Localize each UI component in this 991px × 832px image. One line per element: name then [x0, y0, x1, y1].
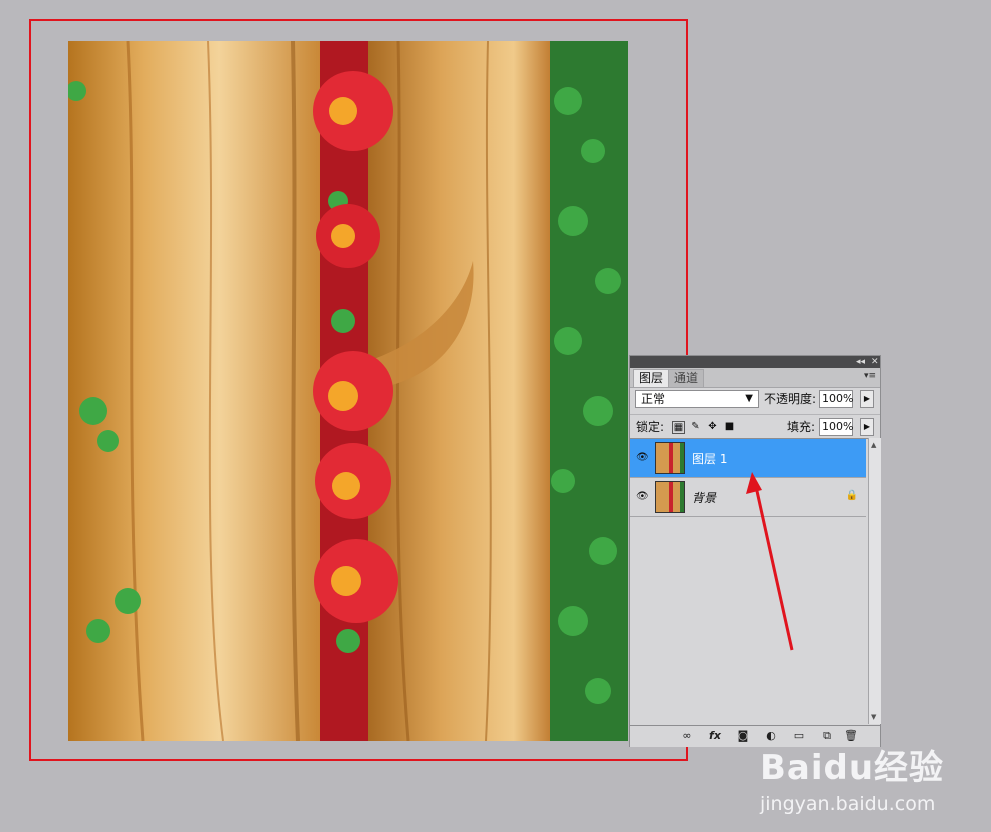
lock-icon: 🔒 [845, 490, 858, 501]
eye-icon[interactable]: 👁 [636, 491, 649, 503]
collapse-icon[interactable]: ◂◂ [856, 356, 865, 368]
tab-channels[interactable]: 通道 [668, 369, 705, 387]
layer-name: 背景 [692, 491, 717, 505]
annotation-frame [29, 19, 688, 761]
scroll-up-icon[interactable]: ▲ [871, 441, 876, 449]
lock-all-icon[interactable]: ■ [724, 421, 735, 432]
tab-layers[interactable]: 图层 [633, 369, 670, 387]
eye-icon[interactable]: 👁 [636, 452, 649, 464]
panel-tabs: 图层 通道 ▾≡ [630, 368, 880, 388]
opacity-label: 不透明度: [764, 392, 817, 406]
blend-mode-value: 正常 [641, 392, 666, 406]
layer-name: 图层 1 [692, 452, 728, 466]
opacity-input[interactable]: 100% [819, 390, 853, 408]
lock-pixels-icon[interactable]: ✎ [690, 421, 701, 432]
lock-position-icon[interactable]: ✥ [707, 421, 718, 432]
mask-icon[interactable]: ◙ [736, 729, 750, 743]
fx-icon[interactable]: fx [708, 729, 722, 743]
dropdown-arrow-icon: ▼ [745, 393, 753, 404]
layer-thumbnail [655, 442, 685, 474]
opacity-slider-button[interactable]: ▶ [860, 390, 874, 408]
panel-titlebar[interactable]: ◂◂ ✕ [630, 356, 880, 368]
annotation-arrow [746, 472, 794, 651]
link-icon[interactable]: ∞ [680, 729, 694, 743]
watermark-url: jingyan.baidu.com [760, 793, 936, 815]
lock-transparency-icon[interactable]: ▦ [672, 421, 685, 434]
lock-fill-row: 锁定: ▦ ✎ ✥ ■ 填充: 100% ▶ [630, 414, 880, 439]
scroll-down-icon[interactable]: ▼ [871, 713, 876, 721]
close-icon[interactable]: ✕ [871, 356, 879, 368]
layer-thumbnail [655, 481, 685, 513]
watermark-brand: Baidu经验 [760, 748, 945, 788]
fill-label: 填充: [787, 420, 816, 434]
panel-menu-icon[interactable]: ▾≡ [864, 371, 876, 381]
watermark: Baidu经验 jingyan.baidu.com [760, 740, 944, 815]
fill-input[interactable]: 100% [819, 418, 853, 436]
lock-label: 锁定: [636, 420, 665, 434]
blend-opacity-row: 正常 ▼ 不透明度: 100% ▶ [630, 388, 880, 412]
blend-mode-select[interactable]: 正常 ▼ [635, 390, 759, 408]
layers-scrollbar[interactable]: ▲ ▼ [868, 438, 881, 724]
fill-slider-button[interactable]: ▶ [860, 418, 874, 436]
